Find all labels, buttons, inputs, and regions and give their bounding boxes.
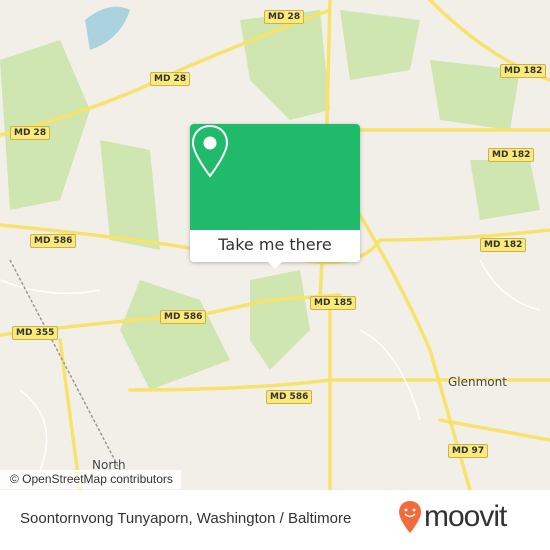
map-pin-icon	[191, 124, 229, 178]
road-label: MD 97	[448, 444, 489, 458]
road-label: MD 185	[310, 296, 357, 310]
moovit-logo[interactable]: moovit	[398, 500, 507, 534]
road-label: MD 182	[488, 148, 535, 162]
road-label: MD 586	[30, 234, 77, 248]
moovit-pin-icon	[399, 501, 421, 533]
map[interactable]: MD 28 MD 28 MD 28 MD 182 MD 182 MD 182 M…	[0, 0, 550, 490]
take-me-there-button[interactable]: Take me there	[190, 230, 360, 262]
attribution[interactable]: © OpenStreetMap contributors	[0, 470, 181, 489]
road-label: MD 182	[480, 238, 527, 252]
footer: Soontornvong Tunyaporn, Washington / Bal…	[0, 490, 550, 550]
logo-text: moovit	[424, 500, 507, 533]
road-label: MD 586	[266, 390, 313, 404]
destination-popup: Take me there	[190, 124, 360, 269]
road-label: MD 586	[160, 310, 207, 324]
road-label: MD 28	[10, 126, 51, 140]
road-label: MD 28	[264, 10, 305, 24]
popup-pointer	[267, 261, 283, 269]
road-label: MD 28	[150, 72, 191, 86]
road-label: MD 355	[12, 326, 59, 340]
place-label: Glenmont	[448, 375, 507, 389]
road-label: MD 182	[500, 64, 547, 78]
location-caption: Soontornvong Tunyaporn, Washington / Bal…	[20, 510, 352, 527]
popup-header	[190, 124, 360, 230]
